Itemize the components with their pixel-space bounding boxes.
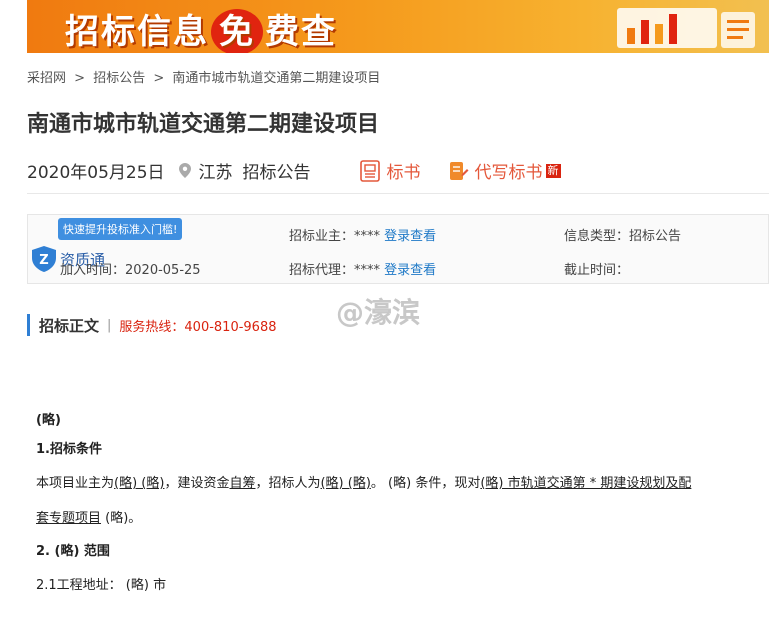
add-time-value: 2020-05-25 xyxy=(125,263,201,278)
owner-login-link[interactable]: 登录查看 xyxy=(384,229,436,244)
content-line-address: 2.1工程地址： (略) 市 xyxy=(36,578,167,593)
shield-icon: Z xyxy=(32,246,56,272)
svg-text:Z: Z xyxy=(39,253,48,268)
breadcrumb-home[interactable]: 采招网 xyxy=(27,71,66,86)
section-header: 招标正文 | 服务热线：400-810-9688 xyxy=(27,314,277,336)
notice-info-panel: 快速提升投标准入门槛! Z 资质通 加入时间：2020-05-25 招标业主：*… xyxy=(27,214,769,284)
content-heading-2: 2. (略) 范围 xyxy=(36,544,110,559)
text-run: ，招标人为 xyxy=(255,476,321,491)
text-run: (略) (略) xyxy=(114,476,165,491)
write-bid-document-button[interactable]: 代写标书 新 xyxy=(447,158,561,183)
info-type-label: 信息类型： xyxy=(564,229,630,244)
ad-banner[interactable]: 招标信息免费查 xyxy=(27,0,769,53)
region: 江苏 xyxy=(198,163,233,183)
content-heading-1: 1.招标条件 xyxy=(36,442,102,457)
breadcrumb-notices[interactable]: 招标公告 xyxy=(93,71,145,86)
write-bid-document-label: 代写标书 xyxy=(474,163,543,183)
bid-document-button[interactable]: 标书 xyxy=(359,158,421,183)
banner-free-badge: 免 xyxy=(211,9,263,53)
bid-owner-label: 招标业主：**** xyxy=(289,229,381,244)
chart-illustration-icon xyxy=(617,8,755,48)
pen-document-icon xyxy=(449,161,469,180)
bid-agent: 招标代理：**** 登录查看 xyxy=(289,259,436,278)
add-time: 加入时间：2020-05-25 xyxy=(60,259,201,278)
content-paragraph-1: 本项目业主为(略) (略)，建设资金自筹，招标人为(略) (略)。 (略) 条件… xyxy=(36,472,691,491)
bid-owner: 招标业主：**** 登录查看 xyxy=(289,225,436,244)
notice-meta: 2020年05月25日 江苏 招标公告 标书 代写标书 新 xyxy=(27,158,561,183)
qualification-tooltip: 快速提升投标准入门槛! xyxy=(58,218,183,240)
section-separator: | xyxy=(107,317,112,333)
text-run: (略) 市轨道交通第 * 期建设规划及配 xyxy=(480,476,692,491)
info-type: 信息类型：招标公告 xyxy=(564,225,681,244)
text-run: 。 (略) 条件，现对 xyxy=(370,476,481,491)
watermark: @濠滨 xyxy=(336,296,421,329)
banner-text-post: 费查 xyxy=(265,12,337,52)
page-title: 南通市城市轨道交通第二期建设项目 xyxy=(27,112,380,137)
banner-text-pre: 招标信息 xyxy=(65,12,209,52)
text-run: (略) (略) xyxy=(320,476,371,491)
breadcrumb-separator: > xyxy=(153,71,165,86)
text-run: ，建设资金 xyxy=(164,476,230,491)
agent-login-link[interactable]: 登录查看 xyxy=(384,263,436,278)
info-type-value: 招标公告 xyxy=(629,229,682,244)
text-run: 自筹 xyxy=(229,476,256,491)
document-icon xyxy=(359,159,380,182)
bid-agent-label: 招标代理：**** xyxy=(289,263,381,278)
breadcrumb-current: 南通市城市轨道交通第二期建设项目 xyxy=(172,71,381,86)
notice-type: 招标公告 xyxy=(242,163,311,183)
banner-slogan: 招标信息免费查 xyxy=(65,4,337,53)
text-run: 本项目业主为 xyxy=(36,476,115,491)
publish-date: 2020年05月25日 xyxy=(27,163,165,183)
location-pin-icon xyxy=(178,163,191,178)
divider xyxy=(27,193,769,194)
add-time-label: 加入时间： xyxy=(60,263,126,278)
section-heading: 招标正文 xyxy=(39,316,100,335)
service-hotline: 服务热线：400-810-9688 xyxy=(119,319,277,335)
bid-document-label: 标书 xyxy=(386,163,421,183)
deadline: 截止时间： xyxy=(564,263,630,278)
content-line: (略) xyxy=(36,413,61,428)
new-badge: 新 xyxy=(545,163,561,178)
text-run: (略)。 xyxy=(101,511,142,526)
content-paragraph-1-cont: 套专题项目 (略)。 xyxy=(36,507,141,526)
breadcrumb-separator: > xyxy=(74,71,86,86)
text-run: 套专题项目 xyxy=(36,511,102,526)
breadcrumb: 采招网 > 招标公告 > 南通市城市轨道交通第二期建设项目 xyxy=(27,67,384,86)
